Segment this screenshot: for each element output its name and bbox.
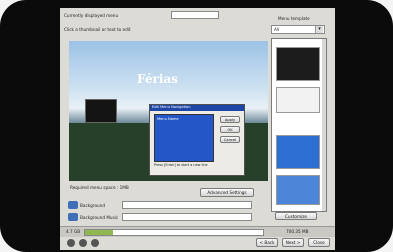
apply-button[interactable]: Apply xyxy=(220,116,240,123)
advanced-settings-button[interactable]: Advanced Settings xyxy=(200,188,254,197)
required-space-label: Required menu space : 1MB xyxy=(70,185,129,190)
next-button[interactable]: Next > xyxy=(282,238,304,247)
template-category-select[interactable]: All ▾ xyxy=(271,25,325,34)
preview-thumbnail[interactable] xyxy=(85,99,117,123)
close-button[interactable]: Close xyxy=(308,238,330,247)
background-music-path-field[interactable] xyxy=(122,213,252,221)
menu-template-list[interactable] xyxy=(271,38,327,212)
cancel-button[interactable]: Cancel xyxy=(220,136,240,143)
dialog-title-bar: Edit Menu Navigation xyxy=(150,105,244,111)
preview-title[interactable]: Férias xyxy=(137,72,178,86)
used-space-label: 700.35 MB xyxy=(286,229,309,234)
settings-icon[interactable] xyxy=(91,239,99,247)
dialog-title: Edit Menu Navigation xyxy=(152,105,191,109)
template-thumbnail[interactable] xyxy=(276,175,320,205)
background-path-field[interactable] xyxy=(122,201,252,209)
ok-button[interactable]: OK xyxy=(220,126,240,133)
chevron-down-icon[interactable]: ▾ xyxy=(315,26,323,33)
menu-preview-canvas[interactable]: Férias Edit Menu Navigation Menu Name Ap… xyxy=(69,41,268,181)
thumbnail-hint: Click a thumbnail or text to edit xyxy=(64,27,131,32)
list-header: Menu Name xyxy=(157,117,179,121)
menu-name-field[interactable] xyxy=(171,11,219,19)
background-image-icon xyxy=(68,201,78,209)
edit-menu-dialog: Edit Menu Navigation Menu Name Apply OK … xyxy=(149,104,245,176)
music-icon xyxy=(68,213,78,221)
back-button[interactable]: < Back xyxy=(256,238,278,247)
disc-icon[interactable] xyxy=(67,239,75,247)
customize-button[interactable]: Customize xyxy=(275,212,317,220)
disc-capacity-fill xyxy=(85,230,114,235)
background-music-label: Background Music xyxy=(80,215,119,220)
menu-name-list[interactable]: Menu Name xyxy=(154,114,214,162)
preview-icon[interactable] xyxy=(79,239,87,247)
photo-background: Currently displayed menu Click a thumbna… xyxy=(0,0,393,252)
dialog-hint: Press [Enter] to start a new line xyxy=(154,163,208,167)
background-label: Background xyxy=(80,203,105,208)
scrollbar[interactable] xyxy=(322,39,326,211)
menu-template-label: Menu template xyxy=(278,16,310,21)
currently-displayed-menu-label: Currently displayed menu xyxy=(64,13,119,18)
disc-size-label: 4.7 GB xyxy=(66,229,81,234)
status-bar: 4.7 GB 700.35 MB xyxy=(60,226,335,237)
template-thumbnail[interactable] xyxy=(276,87,320,113)
disc-capacity-bar xyxy=(84,229,264,236)
menu-editor-window: Currently displayed menu Click a thumbna… xyxy=(60,8,335,250)
monitor-frame: Currently displayed menu Click a thumbna… xyxy=(0,0,393,252)
template-thumbnail[interactable] xyxy=(276,47,320,81)
template-thumbnail[interactable] xyxy=(276,135,320,169)
